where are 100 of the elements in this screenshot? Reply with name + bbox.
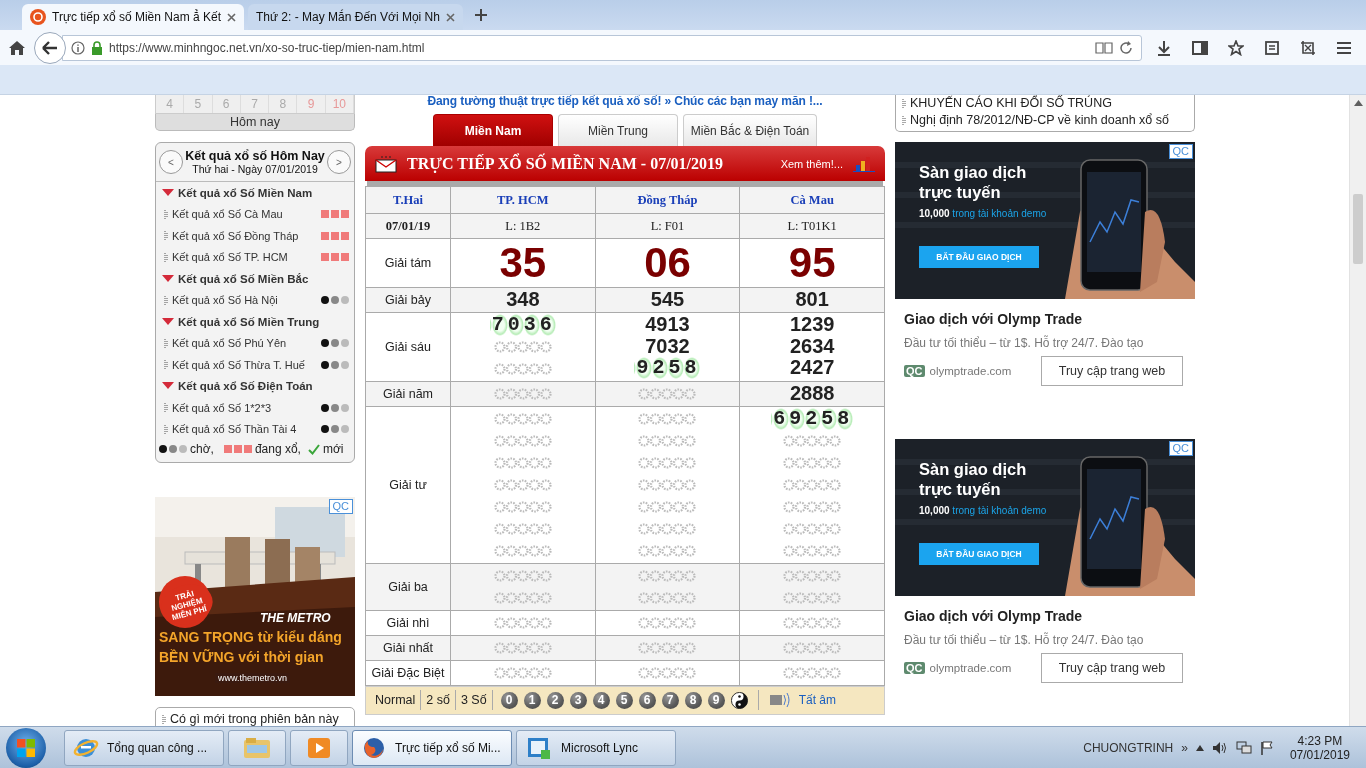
result-link[interactable]: Kết quả xổ Số Thừa T. Huế: [172, 358, 321, 371]
digit-button[interactable]: 3: [569, 691, 587, 709]
scrollbar[interactable]: [1349, 95, 1366, 727]
scroll-up-icon[interactable]: [1353, 100, 1363, 106]
browser-tab[interactable]: Trực tiếp xổ số Miền Nam ẳ Kết: [22, 4, 244, 30]
digit-button[interactable]: 4: [592, 691, 610, 709]
loading-icon: [783, 616, 842, 629]
back-button[interactable]: [34, 31, 66, 64]
region-tab[interactable]: Miền Nam: [433, 114, 553, 146]
overflow-button[interactable]: »: [1181, 740, 1188, 755]
close-icon[interactable]: [445, 12, 455, 22]
ad-title[interactable]: Giao dịch với Olymp Trade: [904, 608, 1195, 624]
region-tab[interactable]: Miền Bắc & Điện Toán: [683, 114, 817, 146]
result-link[interactable]: Kết quả xổ Số TP. HCM: [172, 251, 321, 264]
digit-button[interactable]: 9: [707, 691, 725, 709]
reload-icon[interactable]: [1119, 40, 1133, 55]
ad-badge[interactable]: QC: [328, 499, 353, 514]
caret-down-icon[interactable]: [162, 317, 174, 326]
caret-down-icon[interactable]: [162, 188, 174, 197]
mute-link[interactable]: Tất âm: [798, 693, 836, 707]
toolbar-label[interactable]: CHUONGTRINH: [1083, 740, 1174, 755]
digit-button[interactable]: 2: [546, 691, 564, 709]
lock-icon: [91, 40, 103, 55]
digit-button[interactable]: 6: [638, 691, 656, 709]
digit-button[interactable]: 5: [615, 691, 633, 709]
next-button[interactable]: >: [327, 150, 351, 174]
speaker-icon[interactable]: [1211, 740, 1228, 755]
loading-icon: [493, 340, 552, 353]
digit-button[interactable]: 8: [684, 691, 702, 709]
ad-badge[interactable]: QC: [1168, 144, 1193, 159]
result-link[interactable]: Kết quả xổ Số Thần Tài 4: [172, 423, 321, 436]
digit-button[interactable]: 1: [523, 691, 541, 709]
sidebar-icon[interactable]: [1192, 39, 1208, 56]
loading-icon: [493, 362, 552, 375]
prize-number: 2634: [789, 335, 835, 358]
bar-chart-icon[interactable]: [853, 155, 875, 172]
loading-icon: [638, 500, 697, 513]
ad-domain[interactable]: olymptrade.com: [929, 662, 1041, 674]
digit-button[interactable]: 0: [500, 691, 518, 709]
prize-number: 2427: [789, 357, 835, 379]
group-link[interactable]: Kết quả xổ Số Miền Bắc: [178, 272, 309, 285]
clock[interactable]: 4:23 PM 07/01/2019: [1289, 733, 1350, 762]
taskbar-button[interactable]: Microsoft Lync: [516, 729, 676, 766]
mode-button[interactable]: 3 Số: [455, 690, 493, 710]
ad-heading: Sàn giao dịch trực tuyến: [919, 459, 1028, 499]
home-icon[interactable]: [8, 39, 26, 56]
flag-icon[interactable]: [1259, 740, 1274, 755]
banner-title: TRỰC TIẾP XỔ SỐ MIỀN NAM - 07/01/2019: [407, 154, 724, 173]
info-icon[interactable]: [71, 40, 85, 55]
reader-icon[interactable]: [1095, 40, 1113, 55]
dotted-bullet-icon: [164, 231, 168, 241]
library-icon[interactable]: [1264, 39, 1280, 56]
up-arrow-icon[interactable]: [1195, 744, 1204, 751]
ad-title[interactable]: Giao dịch với Olymp Trade: [904, 311, 1195, 327]
group-link[interactable]: Kết quả xổ Số Điện Toán: [178, 380, 313, 393]
ad-domain[interactable]: olymptrade.com: [929, 365, 1041, 377]
visit-button[interactable]: Truy cập trang web: [1041, 653, 1183, 683]
new-prize-number: 9258: [634, 357, 701, 379]
dotted-bullet-icon: [164, 338, 168, 348]
ad-text: BỀN VỮNG với thời gian: [159, 649, 324, 665]
ad-badge[interactable]: QC: [1168, 441, 1193, 456]
caret-down-icon[interactable]: [162, 382, 174, 391]
group-link[interactable]: Kết quả xổ Số Miền Nam: [178, 186, 313, 199]
dotted-bullet-icon: [164, 360, 168, 370]
network-icon[interactable]: [1235, 740, 1252, 755]
address-bar[interactable]: https://www.minhngoc.net.vn/xo-so-truc-tiep/mien-nam.html: [62, 34, 1142, 61]
region-tab[interactable]: Miền Trung: [558, 114, 678, 146]
caret-down-icon[interactable]: [162, 274, 174, 283]
live-headline[interactable]: Đang tường thuật trực tiếp kết quả xổ số! » Chúc các bạn may mắn !...: [365, 95, 885, 114]
result-link[interactable]: Kết quả xổ Số Cà Mau: [172, 208, 321, 221]
notice-link[interactable]: KHUYẾN CÁO KHI ĐỔI SỐ TRÚNG: [910, 96, 1112, 110]
download-icon[interactable]: [1156, 39, 1172, 56]
column-header: Cà Mau: [739, 186, 885, 214]
taskbar-button[interactable]: Tổng quan công ...: [64, 729, 224, 766]
mode-button[interactable]: 2 số: [421, 690, 456, 710]
result-link[interactable]: Kết quả xổ Số Phú Yên: [172, 337, 321, 350]
scroll-thumb[interactable]: [1353, 194, 1363, 264]
result-link[interactable]: Kết quả xổ Số Đồng Tháp: [172, 229, 321, 242]
more-link[interactable]: Xem thêm!...: [780, 157, 843, 170]
group-link[interactable]: Kết quả xổ Số Miền Trung: [178, 315, 320, 328]
loading-icon: [783, 569, 842, 582]
notice-link[interactable]: Nghị định 78/2012/NĐ-CP về kinh doanh xổ số: [910, 113, 1169, 127]
close-icon[interactable]: [227, 12, 236, 22]
plus-icon[interactable]: [474, 9, 487, 21]
yin-yang-icon[interactable]: [730, 691, 748, 709]
loading-icon: [638, 434, 697, 447]
mode-button[interactable]: Normal: [370, 690, 422, 710]
prize-number: 545: [650, 289, 685, 311]
result-link[interactable]: Kết quả xổ Số 1*2*3: [172, 401, 321, 414]
result-link[interactable]: Kết quả xổ Số Hà Nội: [172, 294, 321, 307]
menu-icon[interactable]: [1336, 39, 1352, 56]
previous-button[interactable]: <: [159, 150, 183, 174]
visit-button[interactable]: Truy cập trang web: [1041, 356, 1183, 386]
taskbar-button[interactable]: Trực tiếp xổ số Mi...: [352, 729, 512, 766]
digit-button[interactable]: 7: [661, 691, 679, 709]
today-button[interactable]: Hôm nay: [155, 114, 355, 131]
screenshot-icon[interactable]: [1300, 39, 1316, 56]
ad-tag: QC: [904, 662, 925, 674]
start-button[interactable]: [6, 727, 46, 768]
star-icon[interactable]: [1228, 39, 1244, 56]
